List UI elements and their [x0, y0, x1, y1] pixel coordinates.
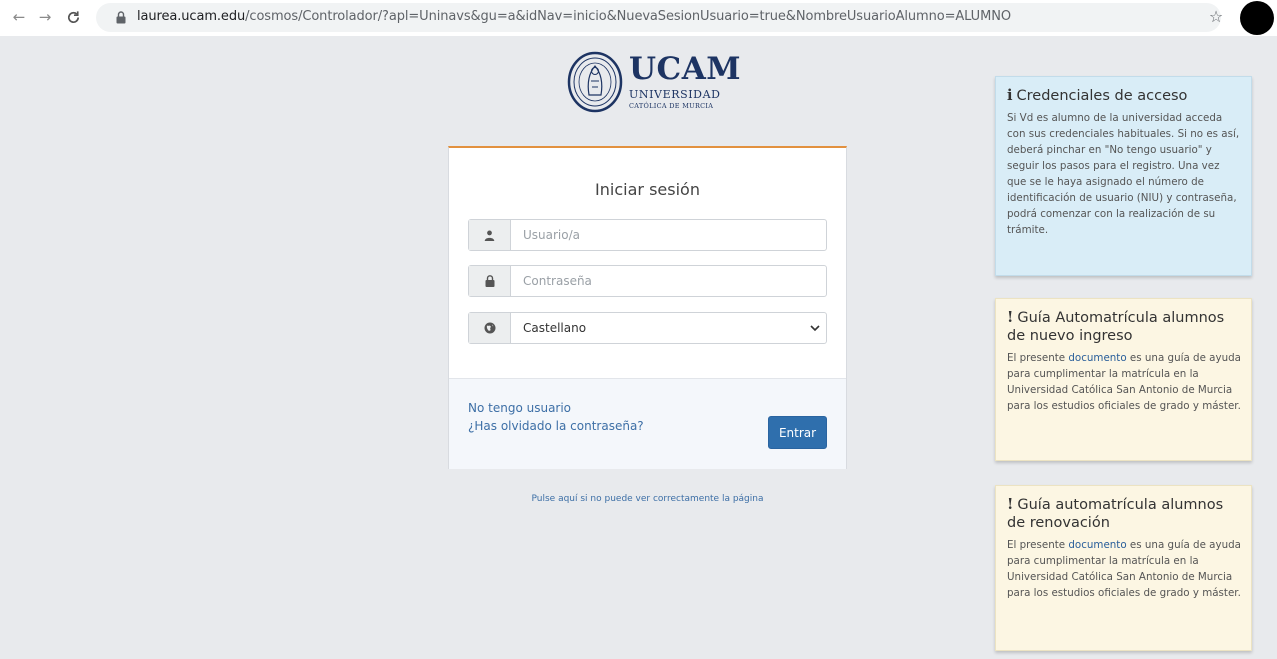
info-icon: i: [1007, 87, 1013, 104]
guide-renewal-body: El presente documento es una guía de ayu…: [1007, 537, 1241, 601]
guide-new-title-text: Guía Automatrícula alumnos de nuevo ingr…: [1007, 310, 1225, 344]
guide-new-title: ! Guía Automatrícula alumnos de nuevo ing…: [1007, 309, 1241, 345]
browser-toolbar: ← → laurea.ucam.edu/cosmos/Controlador/?…: [0, 0, 1277, 36]
display-problem-link[interactable]: Pulse aquí si no puede ver correctamente…: [448, 494, 847, 504]
guide-renewal-panel: ! Guía automatrícula alumnos de renovació…: [995, 485, 1252, 651]
user-icon: [469, 220, 511, 250]
login-title: Iniciar sesión: [595, 180, 700, 199]
url-host: laurea.ucam.edu: [137, 9, 246, 24]
credentials-panel-title: i Credenciales de acceso: [1007, 87, 1241, 105]
guide-new-body-before: El presente: [1007, 352, 1069, 364]
url-path: /cosmos/Controlador/?apl=Uninavs&gu=a&id…: [245, 9, 1011, 24]
credentials-panel: i Credenciales de acceso Si Vd es alumno …: [995, 76, 1252, 276]
guide-new-body: El presente documento es una guía de ayu…: [1007, 350, 1241, 414]
username-input[interactable]: [511, 220, 826, 250]
lock-icon: [116, 11, 126, 24]
language-selected-value: Castellano: [523, 321, 587, 335]
logo-catolica-text: CATÓLICA DE MURCIA: [629, 102, 714, 110]
login-card: Iniciar sesión Castellano No tengo usuar…: [448, 146, 847, 469]
ucam-logo: UCAM UNIVERSIDAD CATÓLICA DE MURCIA: [567, 51, 741, 113]
credentials-title-text: Credenciales de acceso: [1016, 88, 1188, 104]
guide-renewal-title-text: Guía automatrícula alumnos de renovación: [1007, 497, 1224, 531]
arrow-left-icon[interactable]: ←: [8, 6, 30, 28]
exclamation-icon: !: [1007, 309, 1014, 326]
guide-new-students-panel: ! Guía Automatrícula alumnos de nuevo ing…: [995, 298, 1252, 461]
no-user-link[interactable]: No tengo usuario: [468, 401, 571, 415]
enter-button[interactable]: Entrar: [768, 416, 827, 449]
university-seal-icon: [567, 51, 623, 113]
globe-icon: [469, 313, 511, 343]
url-text[interactable]: laurea.ucam.edu/cosmos/Controlador/?apl=…: [137, 9, 1011, 24]
guide-renewal-body-before: El presente: [1007, 539, 1069, 551]
logo-ucam-text: UCAM: [629, 51, 742, 87]
guide-renewal-title: ! Guía automatrícula alumnos de renovació…: [1007, 496, 1241, 532]
login-card-footer: No tengo usuario ¿Has olvidado la contra…: [449, 378, 846, 469]
page-body: UCAM UNIVERSIDAD CATÓLICA DE MURCIA Inic…: [0, 36, 1277, 659]
guide-renewal-document-link[interactable]: documento: [1068, 539, 1126, 551]
guide-new-document-link[interactable]: documento: [1068, 352, 1126, 364]
username-group: [468, 219, 827, 251]
arrow-right-icon[interactable]: →: [34, 6, 56, 28]
profile-avatar[interactable]: [1240, 1, 1274, 35]
credentials-panel-body: Si Vd es alumno de la universidad acceda…: [1007, 112, 1240, 236]
exclamation-icon: !: [1007, 496, 1014, 513]
password-group: [468, 265, 827, 297]
lock-icon: [469, 266, 511, 296]
password-input[interactable]: [511, 266, 826, 296]
reload-icon[interactable]: [62, 6, 84, 28]
star-icon[interactable]: ☆: [1206, 6, 1226, 26]
logo-universidad-text: UNIVERSIDAD: [629, 88, 721, 101]
language-select[interactable]: Castellano: [468, 312, 827, 344]
chevron-down-icon: [804, 313, 826, 343]
forgot-password-link[interactable]: ¿Has olvidado la contraseña?: [468, 419, 644, 433]
